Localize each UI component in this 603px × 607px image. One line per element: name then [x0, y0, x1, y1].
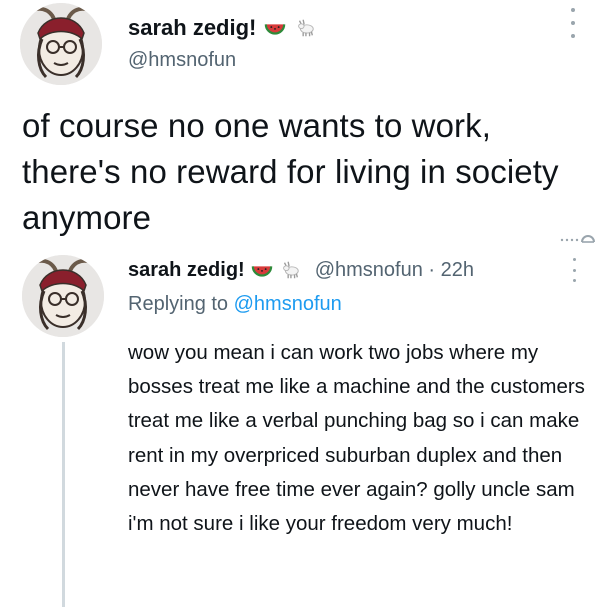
tweet-thread-screenshot: sarah zedig! @hmsnofun of course no one …: [0, 0, 603, 607]
handle-and-time: @hmsnofun · 22h: [315, 259, 474, 282]
username-handle[interactable]: @hmsnofun: [128, 49, 236, 72]
replying-to: Replying to @hmsnofun: [128, 293, 342, 316]
replying-to-label: Replying to: [128, 293, 229, 315]
more-options-icon[interactable]: [567, 8, 579, 38]
watermelon-icon: [264, 17, 286, 39]
separator-dot: ·: [428, 258, 436, 281]
avatar[interactable]: [20, 3, 102, 85]
main-tweet-header: sarah zedig!: [128, 13, 316, 43]
replying-to-handle-link[interactable]: @hmsnofun: [234, 293, 342, 315]
thread-line: [62, 342, 65, 607]
username-handle[interactable]: @hmsnofun: [315, 259, 423, 281]
display-name[interactable]: sarah zedig!: [128, 15, 256, 41]
avatar-illustration: [20, 3, 102, 85]
timestamp[interactable]: 22h: [441, 259, 474, 281]
divider-mark-icon: [560, 228, 596, 246]
avatar[interactable]: [22, 255, 104, 337]
goat-icon: [279, 259, 301, 281]
tweet-text: wow you mean i can work two jobs where m…: [128, 341, 585, 536]
avatar-illustration: [22, 255, 104, 337]
display-name[interactable]: sarah zedig!: [128, 259, 245, 282]
goat-icon: [294, 17, 316, 39]
more-options-icon[interactable]: [569, 258, 579, 282]
reply-tweet-header: sarah zedig! @hmsnofun · 22h: [128, 255, 474, 285]
watermelon-icon: [251, 259, 273, 281]
tweet-text: of course no one wants to work, there's …: [22, 107, 559, 236]
